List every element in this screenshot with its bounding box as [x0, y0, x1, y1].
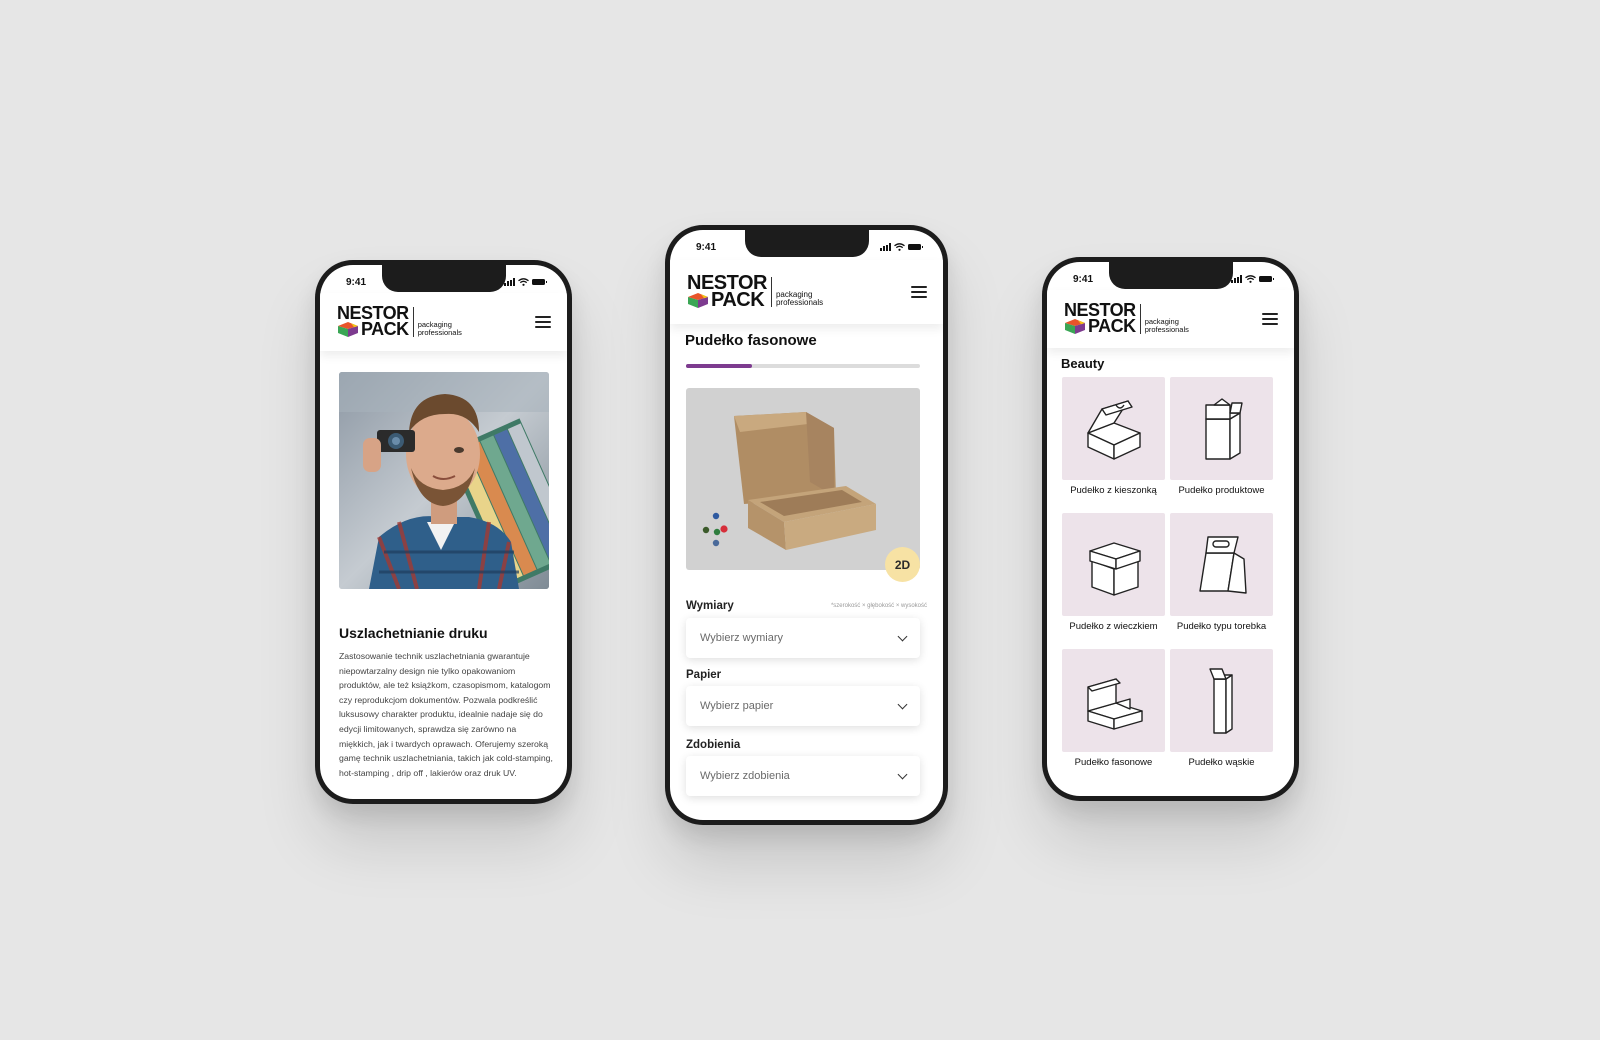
color-dot[interactable] — [713, 528, 721, 536]
tile-label: Pudełko typu torebka — [1176, 621, 1267, 632]
nestor-pack-logo[interactable]: NESTOR PACK packaging professionals — [687, 273, 824, 311]
narrow-box-icon — [1208, 667, 1233, 734]
phone-configurator: 9:41 NESTOR PACK packagingprofessionals — [665, 225, 948, 825]
configurator-content: Pudełko fasonowe 2D Wymiary *szerokość ×… — [670, 324, 943, 820]
finish-select[interactable]: Wybierz zdobienia — [686, 756, 920, 796]
dimensions-select[interactable]: Wybierz wymiary — [686, 618, 920, 658]
wifi-icon — [894, 243, 905, 251]
man-with-loupe-photo — [339, 372, 549, 589]
logo-cube-icon — [338, 322, 358, 338]
chevron-down-icon — [897, 769, 908, 779]
app-header: NESTOR PACK packaging professionals — [1047, 290, 1294, 348]
signal-icon — [504, 278, 515, 286]
battery-icon — [1259, 276, 1274, 282]
battery-icon — [532, 279, 547, 285]
finish-select-text: Wybierz zdobienia — [700, 770, 790, 782]
tile-label: Pudełko produktowe — [1178, 485, 1265, 496]
chevron-down-icon — [897, 631, 908, 641]
screen: 9:41 NESTOR PACK packagingprofessionals — [1047, 262, 1294, 796]
dimensions-hint: *szerokość × głębokość × wysokość — [830, 603, 927, 609]
article-body: Zastosowanie technik uszlachetniania gwa… — [339, 651, 553, 778]
category-title: Beauty — [1061, 356, 1105, 371]
box-3d-preview[interactable] — [686, 388, 920, 570]
logo-divider — [1139, 304, 1141, 334]
color-dot[interactable] — [712, 539, 720, 547]
logo-cube-icon — [1065, 319, 1085, 335]
notch — [744, 230, 869, 257]
mailer-box-render — [702, 412, 876, 550]
color-dot[interactable] — [702, 526, 710, 534]
view-2d-toggle[interactable]: 2D — [885, 547, 920, 582]
status-icons — [504, 278, 547, 286]
lid-box-icon — [1088, 541, 1141, 596]
logo-tagline-2: professionals — [775, 298, 824, 307]
tile-label: Pudełko fasonowe — [1074, 757, 1153, 768]
status-time: 9:41 — [1073, 273, 1094, 285]
paper-select[interactable]: Wybierz papier — [686, 686, 920, 726]
tile-label: Pudełko z kieszonką — [1070, 485, 1157, 496]
hero-photo — [339, 372, 549, 589]
notch — [1108, 262, 1233, 289]
dimensions-select-text: Wybierz wymiary — [700, 632, 784, 644]
wifi-icon — [1245, 275, 1256, 283]
article-title: Uszlachetnianie druku — [339, 625, 488, 641]
signal-icon — [880, 243, 891, 251]
progress-fill — [686, 364, 752, 368]
bag-box-icon — [1198, 535, 1247, 594]
battery-icon — [908, 244, 923, 250]
hamburger-menu-icon[interactable] — [911, 286, 927, 298]
tile-label: Pudełko z wieczkiem — [1069, 621, 1158, 632]
paper-select-text: Wybierz papier — [700, 700, 774, 712]
nestor-pack-logo[interactable]: NESTOR PACK packaging professionals — [1064, 300, 1189, 336]
logo-divider — [412, 307, 414, 337]
product-tile[interactable]: Pudełko produktowe — [1170, 377, 1273, 496]
product-tile[interactable]: Pudełko wąskie — [1170, 649, 1273, 768]
mailer-box-icon — [1086, 677, 1143, 730]
hamburger-menu-icon[interactable] — [535, 316, 551, 328]
nestor-pack-logo[interactable]: NESTOR PACK packaging professionals — [337, 303, 462, 339]
app-header: NESTOR PACK packaging professionals — [670, 260, 943, 324]
status-time: 9:41 — [346, 276, 367, 288]
color-dot[interactable] — [720, 525, 728, 533]
status-icons — [880, 243, 923, 251]
product-tile[interactable]: Pudełko z kieszonką — [1062, 377, 1165, 496]
progress-bar — [686, 364, 920, 368]
app-header: NESTOR PACK packaging professionals — [320, 293, 567, 351]
notch — [381, 265, 506, 292]
logo-cube-icon — [688, 293, 708, 309]
hamburger-menu-icon[interactable] — [1262, 313, 1278, 325]
article-content: Uszlachetnianie druku Zastosowanie techn… — [320, 351, 567, 799]
logo-divider — [770, 277, 772, 307]
logo-line2: PACK — [1088, 316, 1136, 336]
phone-catalog: 9:41 NESTOR PACK packagingprofessionals — [1042, 257, 1299, 801]
phone-article: 9:41 NESTOR PACK packagingprofessionals — [315, 260, 572, 804]
status-icons — [1231, 275, 1274, 283]
finish-label: Zdobienia — [686, 739, 741, 751]
status-time: 9:41 — [696, 241, 717, 253]
logo-tagline-2: professionals — [417, 328, 462, 337]
wifi-icon — [518, 278, 529, 286]
color-dot[interactable] — [712, 512, 720, 520]
product-box-icon — [1204, 397, 1243, 460]
dimensions-label: Wymiary — [686, 600, 734, 612]
logo-line2: PACK — [361, 319, 409, 339]
catalog-content: Beauty Pudełko z kieszonką Pudełko produ… — [1047, 348, 1294, 796]
pocket-box-icon — [1086, 399, 1141, 460]
screen: 9:41 NESTOR PACK packagingprofessionals — [670, 230, 943, 820]
signal-icon — [1231, 275, 1242, 283]
logo-tagline-2: professionals — [1144, 325, 1189, 334]
paper-label: Papier — [686, 669, 722, 681]
screen: 9:41 NESTOR PACK packagingprofessionals — [320, 265, 567, 799]
configurator-title: Pudełko fasonowe — [685, 332, 817, 349]
tile-label: Pudełko wąskie — [1188, 757, 1255, 768]
product-tile[interactable]: Pudełko z wieczkiem — [1062, 513, 1165, 632]
product-tile[interactable]: Pudełko typu torebka — [1170, 513, 1273, 632]
chevron-down-icon — [897, 699, 908, 709]
logo-line2: PACK — [711, 289, 765, 311]
product-tile[interactable]: Pudełko fasonowe — [1062, 649, 1165, 768]
